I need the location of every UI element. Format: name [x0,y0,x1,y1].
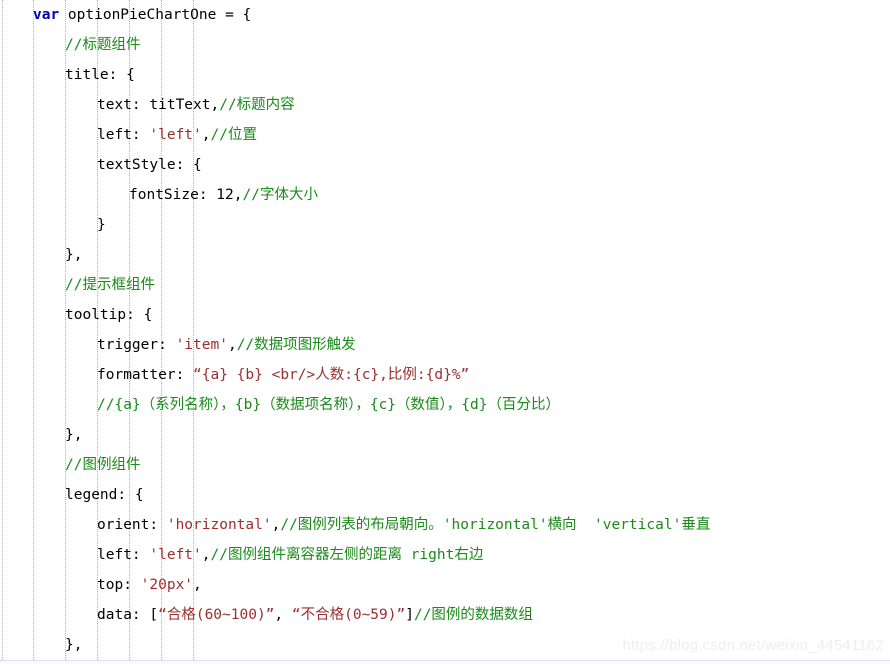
token-plain: text: titText, [97,97,220,113]
token-plain: } [97,217,106,233]
token-kw: var [33,7,60,23]
token-cmt: //位置 [210,127,257,143]
code-line[interactable]: } [0,210,890,240]
token-str: “{a} {b} <br/>人数:{c},比例:{d}%” [193,367,470,383]
code-line[interactable]: fontSize: 12,//字体大小 [0,180,890,210]
code-line[interactable]: legend: { [0,480,890,510]
token-plain: orient: [97,517,167,533]
token-plain: , [201,547,211,563]
token-plain: data: [ [97,607,159,623]
token-str: 'item' [175,337,228,353]
code-line[interactable]: trigger: 'item',//数据项图形触发 [0,330,890,360]
code-line-current[interactable]: //系列列表 [0,660,890,664]
token-cmt: //图例列表的布局朝向。'horizontal'横向 'vertical'垂直 [280,517,711,533]
code-line[interactable]: //{a}（系列名称），{b}（数据项名称），{c}（数值），{d}（百分比） [0,390,890,420]
code-line[interactable]: textStyle: { [0,150,890,180]
token-plain: , [274,607,292,623]
token-cmt: //字体大小 [242,187,318,203]
token-plain: , [201,127,211,143]
token-plain: optionPieChartOne = { [59,7,252,23]
token-cmt: //图例组件离容器左侧的距离 right右边 [210,547,484,563]
token-cmt: //标题组件 [65,37,141,53]
token-cmt: //数据项图形触发 [236,337,356,353]
token-plain: left: [97,127,150,143]
code-line[interactable]: formatter: “{a} {b} <br/>人数:{c},比例:{d}%” [0,360,890,390]
token-plain: top: [97,577,141,593]
token-cmt: //图例组件 [65,457,141,473]
code-line[interactable]: orient: 'horizontal',//图例列表的布局朝向。'horizo… [0,510,890,540]
token-plain: , [227,337,237,353]
token-plain: }, [65,427,83,443]
token-plain: }, [65,637,83,653]
code-line[interactable]: var optionPieChartOne = { [0,0,890,30]
token-cmt: //标题内容 [219,97,295,113]
code-line[interactable]: title: { [0,60,890,90]
token-plain: title: { [65,67,135,83]
code-line[interactable]: //标题组件 [0,30,890,60]
token-str: '20px' [140,577,194,593]
token-str: “不合格(0~59)” [291,607,406,623]
token-plain: formatter: [97,367,194,383]
code-line[interactable]: }, [0,630,890,660]
code-line[interactable]: //提示框组件 [0,270,890,300]
token-str: “合格(60~100)” [158,607,275,623]
token-plain: , [193,577,202,593]
code-content[interactable]: var optionPieChartOne = { //标题组件 title: { t… [0,0,890,664]
token-cmt: //图例的数据数组 [413,607,533,623]
code-line[interactable]: left: 'left',//位置 [0,120,890,150]
token-plain: textStyle: { [97,157,202,173]
code-line[interactable]: tooltip: { [0,300,890,330]
token-cmt: //提示框组件 [65,277,155,293]
code-line[interactable]: }, [0,420,890,450]
code-line[interactable]: top: '20px', [0,570,890,600]
code-line[interactable]: data: [“合格(60~100)”, “不合格(0~59)”]//图例的数据… [0,600,890,630]
token-plain: ] [405,607,414,623]
token-str: 'left' [149,547,202,563]
token-plain: }, [65,247,83,263]
token-plain: left: [97,547,150,563]
token-plain: legend: { [65,487,144,503]
token-plain: trigger: [97,337,176,353]
code-line[interactable]: }, [0,240,890,270]
code-editor[interactable]: var optionPieChartOne = { //标题组件 title: { t… [0,0,890,664]
code-line[interactable]: text: titText,//标题内容 [0,90,890,120]
token-str: 'left' [149,127,202,143]
token-str: 'horizontal' [166,517,272,533]
code-line[interactable]: //图例组件 [0,450,890,480]
token-plain: tooltip: { [65,307,153,323]
token-plain: fontSize: 12, [129,187,243,203]
code-line[interactable]: left: 'left',//图例组件离容器左侧的距离 right右边 [0,540,890,570]
token-cmt: //{a}（系列名称），{b}（数据项名称），{c}（数值），{d}（百分比） [97,397,560,413]
